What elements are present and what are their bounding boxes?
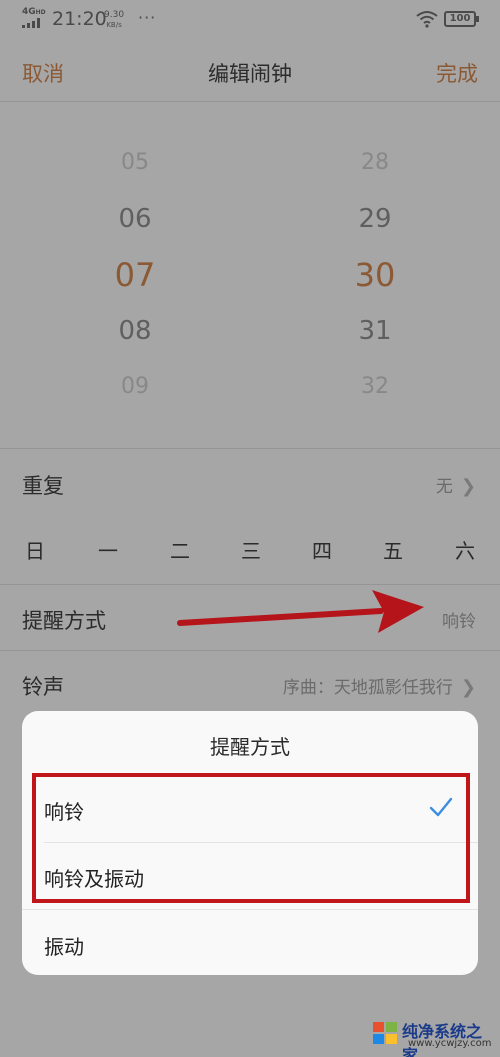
annotation-arrow-icon xyxy=(177,590,424,633)
weekday-sun[interactable]: 日 xyxy=(20,535,50,564)
divider xyxy=(0,650,500,651)
minute-option[interactable]: 32 xyxy=(315,359,435,415)
hour-wheel[interactable]: 05 06 07 08 09 xyxy=(75,135,195,415)
network-indicator: 4GHD xyxy=(22,7,46,17)
watermark-url: www.ycwjzy.com xyxy=(408,1038,492,1049)
weekday-mon[interactable]: 一 xyxy=(93,535,123,564)
minute-option[interactable]: 31 xyxy=(315,303,435,359)
status-bar: 4GHD 21:20 9.30 KB/s ··· 100 xyxy=(0,0,500,38)
selected-hour[interactable]: 07 xyxy=(75,247,195,303)
sheet-title: 提醒方式 xyxy=(210,735,290,759)
status-time: 21:20 xyxy=(52,8,107,30)
hour-option[interactable]: 09 xyxy=(75,359,195,415)
chevron-right-icon: ❯ xyxy=(460,476,476,497)
chevron-right-icon: ❯ xyxy=(460,677,476,698)
weekday-wed[interactable]: 三 xyxy=(236,535,266,564)
hour-option[interactable]: 05 xyxy=(75,135,195,191)
watermark: 纯净系统之家 www.ycwjzy.com xyxy=(372,1016,496,1057)
selected-minute[interactable]: 30 xyxy=(315,247,435,303)
windows-logo-icon xyxy=(373,1022,397,1044)
signal-icon xyxy=(22,18,42,28)
ringtone-value: 序曲：天地孤影任我行 ❯ xyxy=(282,677,476,698)
nav-bar: 取消 编辑闹钟 完成 xyxy=(0,40,500,102)
page-title: 编辑闹钟 xyxy=(208,62,292,86)
minute-option[interactable]: 28 xyxy=(315,135,435,191)
reminder-value: 响铃 xyxy=(442,612,476,632)
hour-option[interactable]: 08 xyxy=(75,303,195,359)
weekday-fri[interactable]: 五 xyxy=(378,535,408,564)
annotation-highlight-box xyxy=(32,773,470,903)
option-label: 振动 xyxy=(44,935,84,959)
hour-option[interactable]: 06 xyxy=(75,191,195,247)
done-button[interactable]: 完成 xyxy=(436,58,478,88)
repeat-value: 无 ❯ xyxy=(435,476,476,497)
repeat-label: 重复 xyxy=(22,474,64,498)
minute-option[interactable]: 29 xyxy=(315,191,435,247)
weekday-tue[interactable]: 二 xyxy=(165,535,195,564)
divider xyxy=(0,448,500,449)
weekday-selector: 日 一 二 三 四 五 六 xyxy=(0,535,500,571)
option-vibrate[interactable]: 振动 xyxy=(22,911,478,977)
reminder-label: 提醒方式 xyxy=(22,609,106,633)
battery-icon: 100 xyxy=(444,11,479,27)
network-speed: 9.30 KB/s xyxy=(104,10,125,29)
minute-wheel[interactable]: 28 29 30 31 32 xyxy=(315,135,435,415)
wifi-icon xyxy=(416,11,438,28)
more-notifications-icon: ··· xyxy=(138,8,157,27)
weekday-thu[interactable]: 四 xyxy=(307,535,337,564)
ringtone-label: 铃声 xyxy=(22,675,64,699)
divider xyxy=(22,909,478,910)
weekday-sat[interactable]: 六 xyxy=(450,535,480,564)
